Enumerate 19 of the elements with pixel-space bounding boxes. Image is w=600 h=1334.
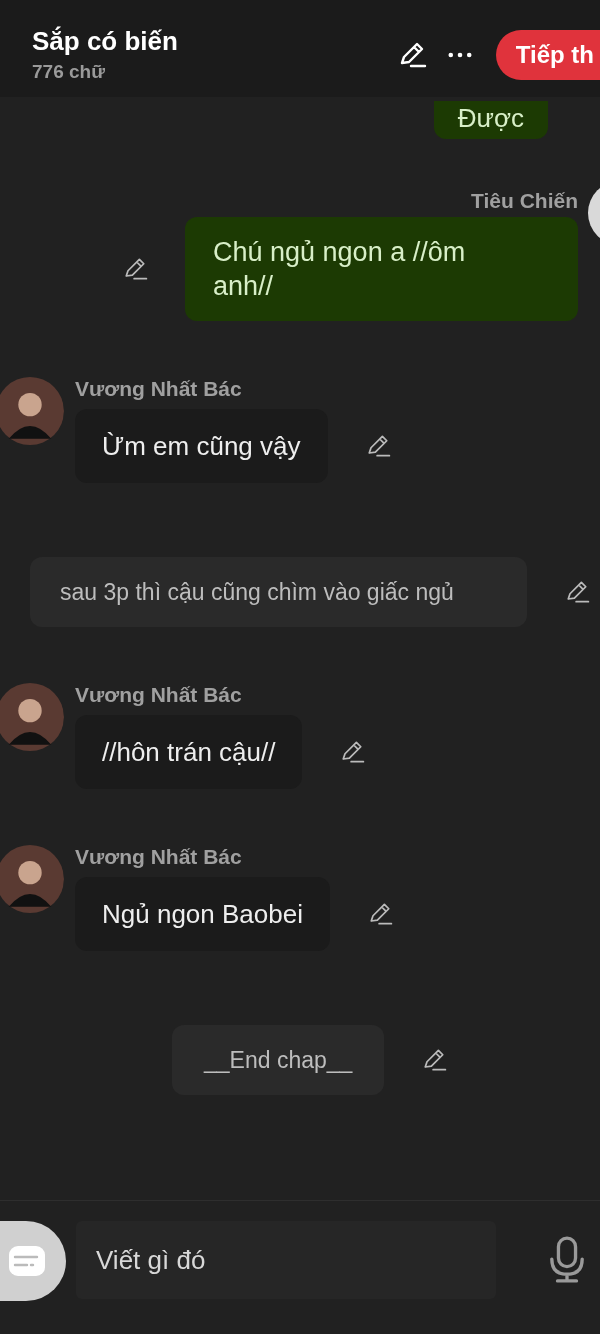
message-input[interactable]: Viết gì đó	[76, 1221, 496, 1299]
message-bubble: Ừm em cũng vậy	[75, 409, 328, 483]
chat-bubble-icon	[9, 1246, 45, 1276]
word-count: 776 chữ	[32, 61, 106, 83]
more-icon[interactable]	[447, 50, 472, 59]
message-bubble: Chú ngủ ngon a //ôm anh//	[185, 217, 578, 321]
next-button[interactable]: Tiếp th	[495, 29, 600, 80]
sender-name: Vương Nhất Bác	[75, 845, 243, 869]
narration-text: sau 3p thì cậu cũng chìm vào giấc ngủ	[30, 557, 527, 627]
message-bubble: //hôn trán cậu//	[75, 715, 303, 789]
microphone-icon[interactable]	[548, 1236, 586, 1284]
message-bubble: Ngủ ngon Baobei	[75, 877, 330, 951]
message-bubble: Được	[433, 101, 548, 139]
story-title: Sắp có biến	[32, 26, 179, 57]
narration-text: __End chap__	[172, 1025, 385, 1095]
sender-name: Vương Nhất Bác	[75, 683, 243, 707]
message-type-button[interactable]	[0, 1221, 66, 1301]
sender-name: Tiêu Chiến	[471, 189, 578, 213]
sender-name: Vương Nhất Bác	[75, 377, 243, 401]
